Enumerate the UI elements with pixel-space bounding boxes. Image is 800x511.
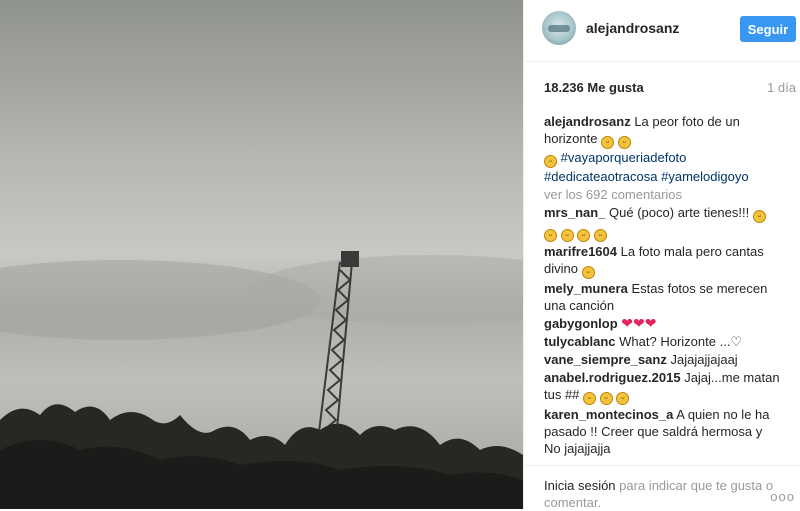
comment-username[interactable]: tulycablanc: [544, 334, 616, 349]
laughing-emoji-icon: ᵕ: [577, 229, 591, 242]
caption: alejandrosanz La peor foto de un horizon…: [544, 113, 782, 185]
hashtag-link[interactable]: #yamelodigoyo: [661, 169, 748, 184]
post-header: alejandrosanz Seguir: [524, 0, 800, 62]
laughing-emoji-icon: ᵕ: [544, 155, 557, 168]
crane-photo-image: [0, 0, 523, 509]
view-more-comments-link[interactable]: ver los 692 comentarios: [544, 186, 782, 203]
grinning-emoji-icon: ᵕ: [583, 392, 597, 405]
follow-button[interactable]: Seguir: [740, 16, 796, 42]
laughing-emoji-icon: ᵕ: [544, 229, 557, 242]
comment-username[interactable]: vane_siempre_sanz: [544, 352, 667, 367]
comment-text: What? Horizonte ...♡: [619, 334, 743, 349]
laughing-emoji-icon: ᵕ: [752, 210, 766, 223]
comment-username[interactable]: alejandrosanz: [544, 114, 631, 129]
login-prompt: Inicia sesión para indicar que te gusta …: [544, 477, 774, 511]
heart-emoji-icon: ❤: [633, 315, 645, 331]
grinning-emoji-icon: ᵕ: [599, 392, 613, 405]
comment-username[interactable]: anabel.rodriguez.2015: [544, 370, 681, 385]
comment: mrs_nan_ Qué (poco) arte tienes!!! ᵕ ᵕ ᵕ…: [544, 204, 782, 242]
comment-username[interactable]: mrs_nan_: [544, 205, 605, 220]
likes-count[interactable]: 18.236 Me gusta: [544, 80, 644, 95]
header-username[interactable]: alejandrosanz: [586, 20, 679, 36]
laughing-emoji-icon: ᵕ: [560, 229, 574, 242]
heart-emoji-icon: ❤: [644, 315, 657, 331]
likes-row: 18.236 Me gusta 1 día: [544, 80, 796, 96]
comments-list: alejandrosanz La peor foto de un horizon…: [544, 113, 782, 465]
laughing-emoji-icon: ᵕ: [593, 229, 607, 242]
comment-text: Jajajajjajaaj: [670, 352, 738, 367]
comment: tulycablanc What? Horizonte ...♡: [544, 333, 782, 350]
avatar[interactable]: [542, 11, 576, 45]
comment-username[interactable]: marifre1604: [544, 244, 617, 259]
comment: anabel.rodriguez.2015 Jajaj...me matan t…: [544, 369, 782, 405]
comment-text: Qué (poco) arte tienes!!!: [609, 205, 750, 220]
comment-username[interactable]: karen_montecinos_a: [544, 407, 673, 422]
comment-username[interactable]: mely_munera: [544, 281, 628, 296]
post-footer: Inicia sesión para indicar que te gusta …: [524, 465, 800, 511]
tongue-emoji-icon: ᵕ: [581, 266, 595, 279]
comment: gabygonlop ❤❤❤: [544, 315, 782, 332]
comment: marifre1604 La foto mala pero cantas div…: [544, 243, 782, 279]
login-link[interactable]: Inicia sesión: [544, 478, 616, 493]
comment-username[interactable]: gabygonlop: [544, 316, 618, 331]
comment: mely_munera Estas fotos se merecen una c…: [544, 280, 782, 314]
comment: vane_siempre_sanz Jajajajjajaaj: [544, 351, 782, 368]
laughing-emoji-icon: ᵕ: [617, 136, 631, 149]
hashtag-link[interactable]: #vayaporqueriadefoto: [561, 150, 687, 165]
post-side-panel: alejandrosanz Seguir 18.236 Me gusta 1 d…: [523, 0, 800, 511]
comment: karen_montecinos_a A quien no le ha pasa…: [544, 406, 782, 457]
heart-emoji-icon: ❤: [621, 315, 634, 331]
post-time[interactable]: 1 día: [767, 80, 796, 95]
post-photo: [0, 0, 523, 509]
hashtag-link[interactable]: #dedicateaotracosa: [544, 169, 657, 184]
ellipsis-icon[interactable]: ooo: [770, 489, 795, 504]
grinning-emoji-icon: ᵕ: [616, 392, 630, 405]
laughing-emoji-icon: ᵕ: [601, 136, 615, 149]
